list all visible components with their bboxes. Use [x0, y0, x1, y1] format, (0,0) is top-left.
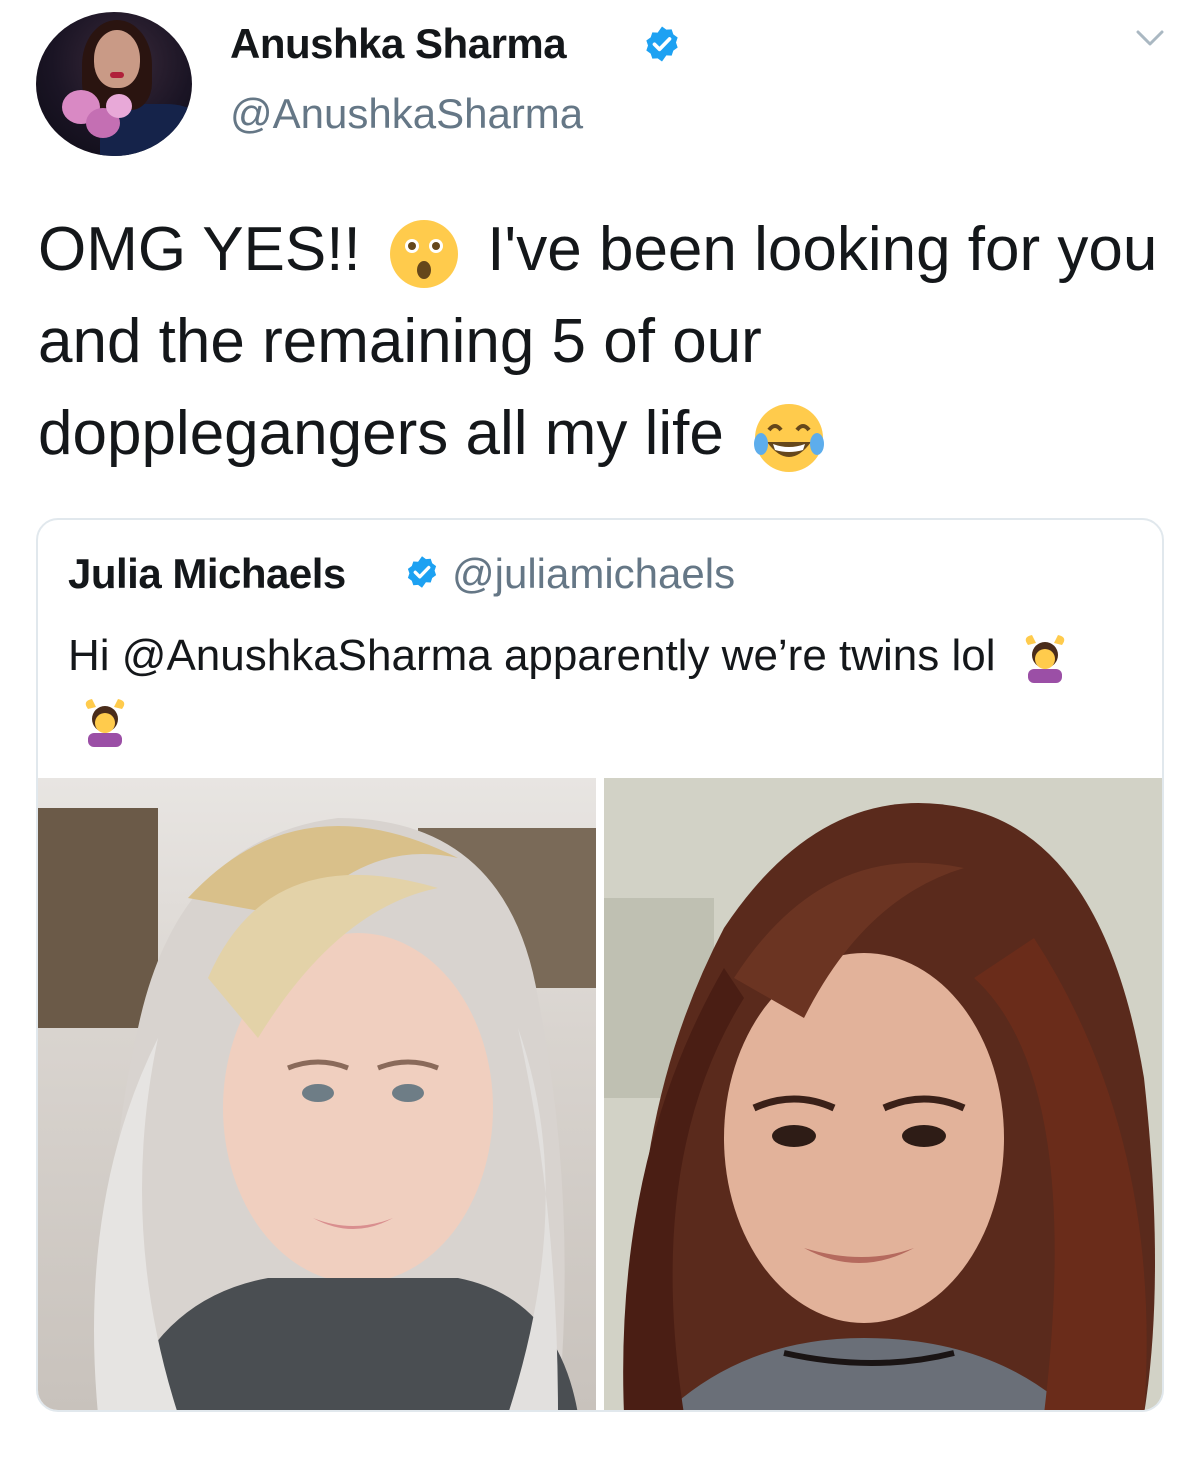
hushed-face-emoji-icon: [389, 219, 458, 288]
quoted-tweet-text: Hi @AnushkaSharma apparently we’re twins…: [68, 624, 1128, 752]
author-handle[interactable]: @AnushkaSharma: [230, 90, 583, 138]
media-image-right[interactable]: [604, 778, 1162, 1410]
quoted-tweet-card[interactable]: Julia Michaels @juliamichaels Hi @Anushk…: [36, 518, 1164, 1412]
author-name[interactable]: Anushka Sharma: [230, 20, 567, 68]
media-image-left[interactable]: [38, 778, 596, 1410]
quoted-author-name[interactable]: Julia Michaels: [68, 550, 346, 598]
tweet-header: Anushka Sharma @AnushkaSharma: [0, 0, 1200, 170]
woman-gesturing-ok-emoji-icon: [1025, 635, 1065, 684]
chevron-down-icon[interactable]: [1132, 26, 1168, 50]
face-with-tears-of-joy-emoji-icon: [754, 403, 825, 472]
tweet-text-part1: OMG YES!!: [38, 215, 361, 284]
author-avatar[interactable]: [36, 12, 192, 156]
tweet-text: OMG YES!! I've been looking for you and …: [38, 204, 1168, 480]
quoted-author-handle[interactable]: @juliamichaels: [452, 550, 735, 598]
verified-badge-icon: [646, 26, 678, 62]
woman-gesturing-ok-emoji-icon: [85, 699, 125, 748]
quoted-tweet-text-content: Hi @AnushkaSharma apparently we’re twins…: [68, 631, 996, 680]
verified-badge-icon: [407, 556, 437, 588]
media-grid: [38, 778, 1162, 1410]
